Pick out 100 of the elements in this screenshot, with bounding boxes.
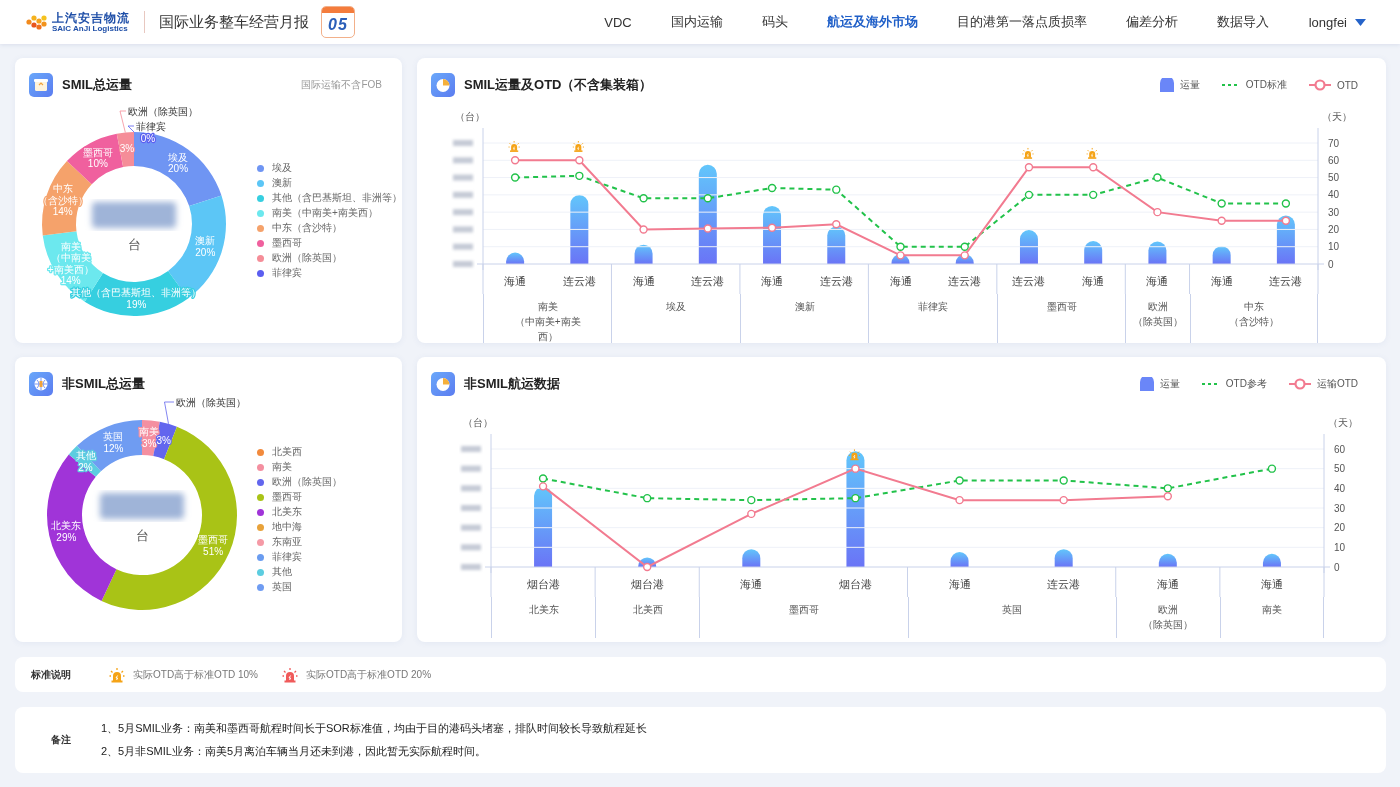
legend-label[interactable]: 欧洲（除英国） <box>272 251 342 265</box>
legend-label[interactable]: 其他（含巴基斯坦、非洲等） <box>272 191 402 205</box>
callout-label: 菲律宾 <box>136 120 166 132</box>
category-label: 连云港 <box>562 275 596 287</box>
month-badge: 05 <box>321 6 355 38</box>
slice-label: 3% <box>142 437 157 449</box>
legend-label[interactable]: 运输OTD <box>1316 377 1358 391</box>
tick-label: 10 <box>1328 241 1340 253</box>
region-label: （含沙特） <box>1228 315 1279 329</box>
point <box>955 495 964 505</box>
logo-name: 上汽安吉物流 <box>52 11 130 24</box>
point <box>639 194 648 203</box>
nav-tab[interactable]: 偏差分析 <box>1125 13 1178 31</box>
slice-label: 南美 <box>60 240 81 252</box>
axis-unit: （天） <box>1328 417 1358 428</box>
slice-label: 英国 <box>103 431 124 443</box>
point <box>896 242 905 251</box>
point <box>1088 190 1098 200</box>
point <box>642 493 652 503</box>
legend-label[interactable]: 澳新 <box>272 176 292 190</box>
legend-label[interactable]: OTD标准 <box>1245 78 1287 92</box>
legend-label[interactable]: 运量 <box>1159 377 1180 391</box>
bar-swatch-icon <box>1139 377 1154 391</box>
category-label: 烟台港 <box>838 578 872 590</box>
slice-label: 29% <box>56 531 77 543</box>
slice-label: 中东 <box>52 183 73 195</box>
legend-label[interactable]: 中东（含沙特） <box>272 221 342 235</box>
point <box>1024 190 1034 200</box>
category-label: 烟台港 <box>630 578 664 590</box>
region-label: 北美西 <box>632 603 663 617</box>
legend-label: 实际OTD高于标准OTD 10% <box>133 667 258 682</box>
tick-label: 50 <box>1328 172 1340 184</box>
legend-label[interactable]: 地中海 <box>272 520 302 534</box>
card-title: SMIL运量及OTD（不含集装箱） <box>464 76 653 94</box>
point <box>642 562 652 572</box>
logo-subtitle: SAIC AnJi Logistics <box>52 24 130 33</box>
slice-label: 20% <box>168 163 189 175</box>
legend-label[interactable]: 北美东 <box>272 505 302 519</box>
point <box>538 474 548 483</box>
nav-tab[interactable]: 航运及海外市场 <box>826 13 918 31</box>
legend-label[interactable]: 南美（中南美+南美西） <box>272 206 378 220</box>
legend-label[interactable]: 北美西 <box>272 445 302 459</box>
category-label: 海通 <box>740 578 763 590</box>
point <box>960 251 969 260</box>
caret-icon[interactable] <box>1355 18 1366 26</box>
slice-label: 墨西哥 <box>82 146 113 158</box>
category-label: 海通 <box>632 275 655 287</box>
alarm-lamp-icon <box>508 141 520 152</box>
region-label: 西） <box>537 330 558 343</box>
legend-label[interactable]: 运量 <box>1179 78 1200 92</box>
slice-label: 澳新 <box>195 235 216 247</box>
slice-label: 0% <box>140 133 156 144</box>
legend-label[interactable]: 墨西哥 <box>272 236 302 250</box>
category-label: 连云港 <box>1012 275 1046 287</box>
legend-label[interactable]: 英国 <box>272 580 292 594</box>
point <box>703 224 713 233</box>
nav-tab[interactable]: VDC <box>604 14 632 30</box>
logo-icon <box>26 14 48 30</box>
point <box>1217 199 1226 208</box>
axis-unit: （台） <box>455 111 485 122</box>
nav-tab[interactable]: 码头 <box>761 13 788 31</box>
category-label: 海通 <box>761 275 784 287</box>
legend-label[interactable]: 东南亚 <box>272 535 302 549</box>
point <box>767 183 777 193</box>
legend-label[interactable]: 菲律宾 <box>272 266 302 280</box>
slice-label: 北美东 <box>51 520 82 532</box>
legend-label[interactable]: 埃及 <box>272 161 292 175</box>
bar-swatch-icon <box>1159 78 1174 92</box>
category-label: 海通 <box>948 578 971 590</box>
legend-label[interactable]: 菲律宾 <box>272 550 302 564</box>
point <box>1217 216 1226 225</box>
point <box>1153 207 1162 217</box>
axis-unit: （台） <box>463 417 493 428</box>
category-label: 连云港 <box>948 275 982 287</box>
legend-label[interactable]: 其他 <box>272 565 292 579</box>
region-label: （中南美+南美 <box>514 315 581 329</box>
legend-label[interactable]: 墨西哥 <box>272 490 302 504</box>
user-name[interactable]: longfei <box>1308 14 1347 30</box>
nav-tab[interactable]: 国内运输 <box>670 13 723 31</box>
legend-label[interactable]: 欧洲（除英国） <box>272 475 342 489</box>
package-icon <box>29 73 53 97</box>
tick-label: 40 <box>1328 189 1340 201</box>
point <box>747 495 756 505</box>
point <box>703 194 713 203</box>
legend-label[interactable]: OTD参考 <box>1225 377 1267 391</box>
point <box>1059 476 1068 485</box>
point <box>1088 163 1098 172</box>
alarm-lamp-icon <box>1022 147 1034 159</box>
slice-label: 10% <box>87 158 108 170</box>
slice-label: 14% <box>60 275 81 287</box>
legend-label[interactable]: OTD <box>1336 79 1358 91</box>
category-label: 海通 <box>504 275 527 287</box>
point <box>1281 199 1291 208</box>
nav-tab[interactable]: 数据导入 <box>1216 13 1269 31</box>
tick-label: 60 <box>1328 154 1340 166</box>
nav-tab[interactable]: 目的港第一落点质损率 <box>956 13 1087 31</box>
legend-label: 实际OTD高于标准OTD 20% <box>306 667 432 682</box>
region-label: 菲律宾 <box>918 300 949 314</box>
point <box>832 220 841 229</box>
legend-label[interactable]: 南美 <box>272 460 292 474</box>
